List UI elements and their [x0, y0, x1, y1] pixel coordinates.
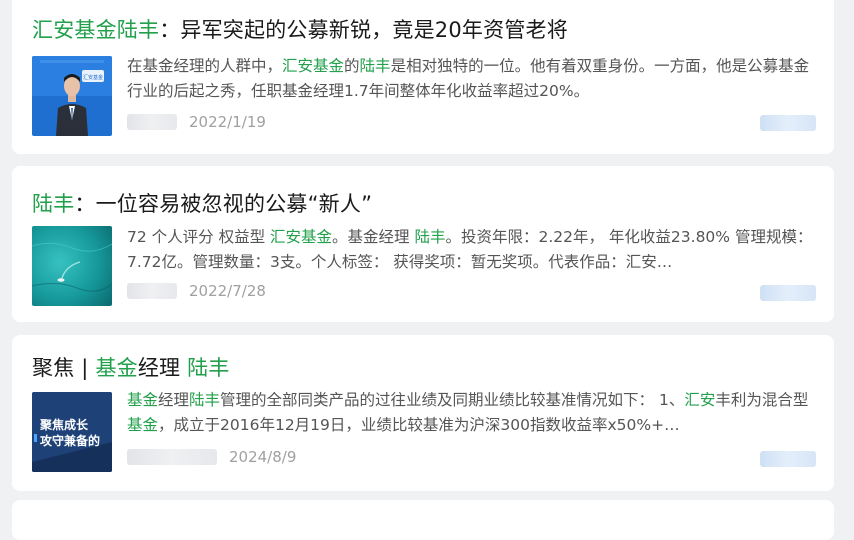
result-title-link[interactable]: 聚焦 | 基金经理 陆丰 — [32, 352, 230, 382]
result-meta: 2024/8/9 — [127, 448, 296, 466]
title-highlight: 陆丰 — [187, 356, 230, 380]
result-action-link-blurred[interactable] — [760, 451, 816, 467]
title-highlight: 陆丰 — [32, 192, 75, 216]
source-name-blurred — [127, 283, 177, 299]
title-text: ：异军突起的公募新锐，竟是20年资管老将 — [159, 18, 568, 42]
search-result-card[interactable] — [12, 500, 834, 540]
search-result-card[interactable]: 聚焦 | 基金经理 陆丰 聚焦成长 攻守兼备的 基金经理陆丰管理的全部同类产品的… — [12, 335, 834, 491]
source-name-blurred — [127, 449, 217, 465]
thumbnail-text: 聚焦成长 — [39, 417, 89, 432]
result-action-link-blurred[interactable] — [760, 115, 816, 131]
result-meta: 2022/7/28 — [127, 282, 266, 300]
result-date: 2022/7/28 — [189, 282, 266, 300]
title-text: 经理 — [137, 356, 188, 380]
result-meta: 2022/1/19 — [127, 113, 266, 131]
result-date: 2024/8/9 — [229, 448, 297, 466]
result-snippet: 72 个人评分 权益型 汇安基金。基金经理 陆丰。投资年限：2.22年， 年化收… — [127, 228, 813, 271]
result-title-link[interactable]: 汇安基金陆丰：异军突起的公募新锐，竟是20年资管老将 — [32, 14, 568, 44]
source-name-blurred — [127, 114, 177, 130]
title-highlight: 汇安基金陆丰 — [32, 18, 160, 42]
search-result-card[interactable]: 汇安基金陆丰：异军突起的公募新锐，竟是20年资管老将 汇安基金 在基金经理的人群… — [12, 0, 834, 154]
result-date: 2022/1/19 — [189, 113, 266, 131]
result-thumbnail[interactable] — [32, 226, 112, 306]
result-action-link-blurred[interactable] — [760, 285, 816, 301]
result-snippet: 在基金经理的人群中，汇安基金的陆丰是相对独特的一位。他有着双重身份。一方面，他是… — [127, 57, 810, 100]
result-snippet: 基金经理陆丰管理的全部同类产品的过往业绩及同期业绩比较基准情况如下： 1、汇安丰… — [127, 391, 809, 434]
thumbnail-text: 攻守兼备的 — [40, 433, 100, 448]
result-thumbnail[interactable]: 汇安基金 — [32, 56, 112, 136]
result-thumbnail[interactable]: 聚焦成长 攻守兼备的 — [32, 392, 112, 472]
thumbnail-caption: 汇安基金 — [83, 74, 103, 81]
result-title-link[interactable]: 陆丰：一位容易被忽视的公募“新人” — [32, 188, 372, 218]
title-highlight: 基金 — [95, 356, 138, 380]
title-text: ：一位容易被忽视的公募“新人” — [74, 192, 373, 216]
title-text: 聚焦 | — [32, 356, 96, 380]
search-result-card[interactable]: 陆丰：一位容易被忽视的公募“新人” 72 个人评分 权益型 汇安基金。基金经理 … — [12, 166, 834, 322]
